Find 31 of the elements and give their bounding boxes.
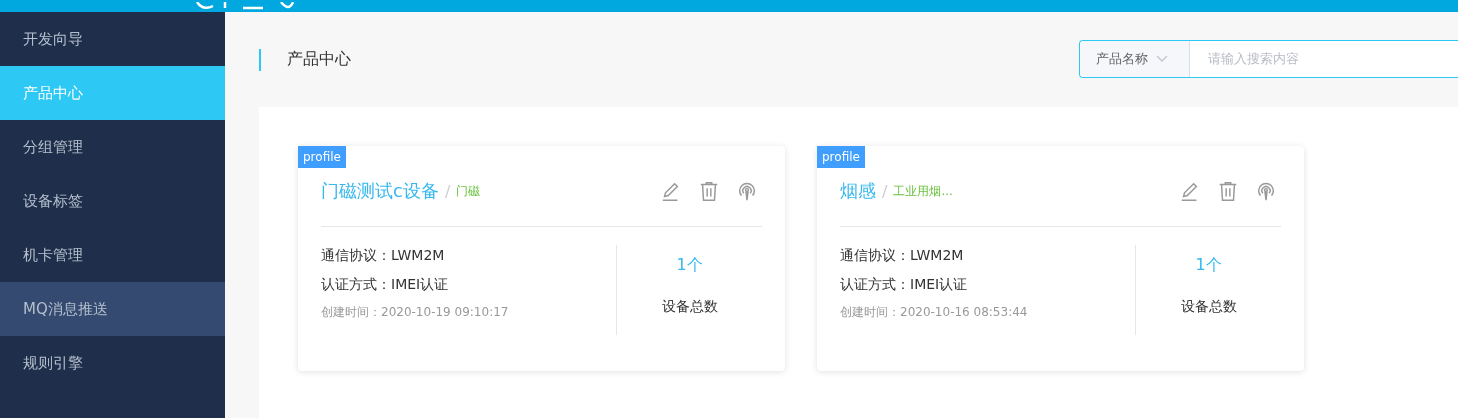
- auth-text: 认证方式：IMEI认证: [840, 275, 969, 294]
- product-category: 工业用烟...: [893, 182, 953, 200]
- separator: /: [882, 181, 888, 201]
- sidebar-item[interactable]: MQ消息推送: [0, 282, 225, 336]
- delete-icon[interactable]: [698, 180, 720, 202]
- separator: /: [444, 181, 451, 201]
- auth-text: 认证方式：IMEI认证: [321, 275, 450, 294]
- device-count: 1个: [1195, 255, 1222, 276]
- sidebar-item[interactable]: 开发向导: [0, 12, 225, 66]
- sidebar-item[interactable]: 分组管理: [0, 120, 225, 174]
- created-time: 创建时间：2020-10-19 09:10:17: [321, 304, 510, 321]
- filter-label: 产品名称: [1096, 49, 1148, 68]
- protocol-text: 通信协议：LWM2M: [321, 246, 446, 265]
- chevron-down-icon: [1156, 54, 1168, 63]
- sidebar-item[interactable]: 机卡管理: [0, 228, 225, 282]
- broadcast-icon[interactable]: [1255, 180, 1277, 202]
- page-title: 产品中心: [259, 48, 351, 71]
- protocol-text: 通信协议：LWM2M: [840, 246, 965, 265]
- device-count-label: 设备总数: [1180, 298, 1237, 316]
- created-time: 创建时间：2020-10-16 08:53:44: [840, 304, 1029, 321]
- delete-icon[interactable]: [1217, 180, 1239, 202]
- device-count-label: 设备总数: [661, 298, 718, 316]
- profile-tag: profile: [298, 146, 346, 168]
- product-category: 门磁: [456, 182, 481, 200]
- search-field[interactable]: 产品名称 请输入搜索内容: [1079, 39, 1458, 78]
- device-count: 1个: [676, 255, 703, 276]
- broadcast-icon[interactable]: [736, 180, 758, 202]
- profile-tag: profile: [817, 146, 865, 168]
- filter-dropdown[interactable]: 产品名称: [1080, 40, 1190, 77]
- sidebar-item[interactable]: 规则引擎: [0, 336, 225, 390]
- sidebar-item[interactable]: 设备标签: [0, 174, 225, 228]
